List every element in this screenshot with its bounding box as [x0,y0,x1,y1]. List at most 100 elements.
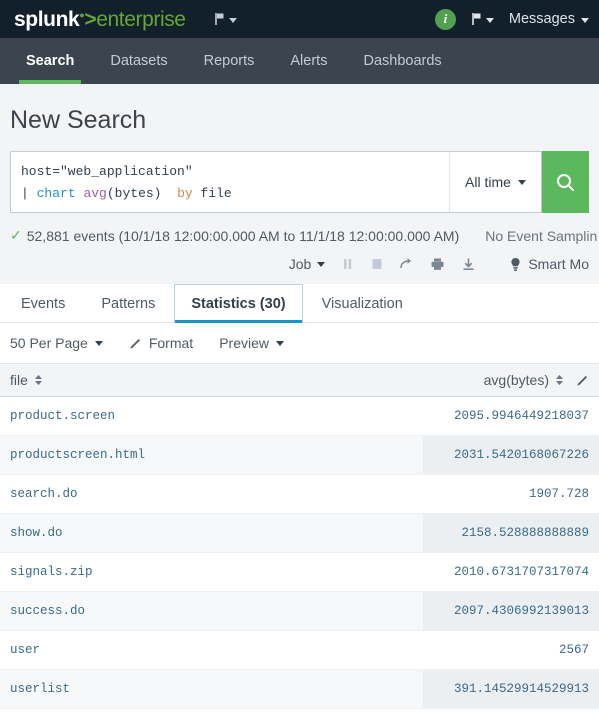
query-function: avg [83,186,107,201]
cell-value: 2031.5420168067226 [423,435,599,475]
cell-value: 2567 [423,708,599,712]
cell-file[interactable]: success.do [0,591,423,631]
cell-value: 2097.4306992139013 [423,591,599,631]
nav-label: Alerts [290,53,328,69]
pencil-icon [130,338,140,348]
query-function-args: (bytes) [106,186,162,201]
tab-events[interactable]: Events [4,284,82,322]
chevron-down-icon [228,17,237,23]
share-icon [400,258,412,269]
lightbulb-icon [511,257,520,271]
nav-item-datasets[interactable]: Datasets [92,38,185,84]
cell-file[interactable]: userlist [0,669,423,709]
column-label: avg(bytes) [483,372,549,388]
primary-navigation: Search Datasets Reports Alerts Dashboard… [0,38,599,84]
messages-label: Messages [508,11,575,27]
print-button[interactable] [430,257,445,271]
chevron-down-icon [275,340,284,346]
cell-value: 2567 [423,630,599,670]
search-mode-selector[interactable]: Smart Mo [510,256,589,272]
event-count-row: ✓ 52,881 events (10/1/18 12:00:00.000 AM… [10,213,597,254]
cell-value: 2010.6731707317074 [423,552,599,592]
export-button[interactable] [461,257,476,271]
app-bar-right-group: i Messages [434,0,589,38]
pause-icon [344,259,352,269]
table-row: users 2567 [0,708,599,712]
job-toolbar: Job Smart Mo [10,254,589,284]
nav-item-dashboards[interactable]: Dashboards [345,38,459,84]
event-count-text: 52,881 events (10/1/18 12:00:00.000 AM t… [26,227,460,244]
cell-value: 391.14529914529913 [423,669,599,709]
tab-statistics[interactable]: Statistics (30) [174,284,303,323]
table-row: user 2567 [0,630,599,670]
time-range-picker[interactable]: All time [449,151,542,213]
cell-file[interactable]: productscreen.html [0,435,423,475]
table-row: show.do 2158.528888888889 [0,513,599,553]
search-query-line-1: host="web_application" [21,161,439,183]
cell-file[interactable]: user [0,630,423,670]
column-header-file[interactable]: file [0,363,423,397]
chevron-down-icon [581,17,589,23]
preview-selector[interactable]: Preview [219,335,284,351]
nav-label: Reports [203,53,255,69]
logo-chevron: > [84,7,97,31]
event-sampling-label[interactable]: No Event Samplin [485,228,597,244]
table-row: signals.zip 2010.6731707317074 [0,552,599,592]
app-bar: splunk●>enterprise i Messages [0,0,599,38]
per-page-selector[interactable]: 50 Per Page [10,335,103,351]
messages-menu[interactable]: Messages [509,11,589,27]
tab-label: Statistics (30) [191,296,286,312]
search-query-line-2: | chart avg(bytes) by file [21,183,439,205]
table-row: productscreen.html 2031.5420168067226 [0,435,599,475]
table-row: product.screen 2095.9946449218037 [0,396,599,436]
format-button[interactable]: Format [129,335,193,351]
format-label: Format [148,335,194,351]
stop-button[interactable] [370,257,383,271]
table-body: product.screen 2095.9946449218037 produc… [0,396,599,712]
nav-item-reports[interactable]: Reports [186,38,273,84]
chevron-down-icon [94,340,103,346]
sort-updown-icon [556,375,563,385]
cell-file[interactable]: search.do [0,474,423,514]
tab-patterns[interactable]: Patterns [84,284,172,322]
table-row: userlist 391.14529914529913 [0,669,599,709]
nav-item-search[interactable]: Search [8,38,92,84]
query-pipe: | [21,186,29,201]
share-button[interactable] [399,257,414,271]
pause-button[interactable] [341,257,354,271]
tab-visualization[interactable]: Visualization [305,284,420,322]
table-controls: 50 Per Page Format Preview [0,323,599,363]
chevron-down-icon [485,17,494,23]
nav-label: Datasets [110,53,168,69]
cell-file[interactable]: users [0,708,423,712]
column-header-avg-bytes[interactable]: avg(bytes) [423,363,599,397]
cell-file[interactable]: signals.zip [0,552,423,592]
job-menu-button[interactable]: Job [289,256,326,272]
nav-item-alerts[interactable]: Alerts [272,38,345,84]
success-check-icon: ✓ [10,227,22,243]
column-edit-pencil-icon[interactable] [576,374,589,387]
sort-updown-icon [34,375,42,385]
cell-file[interactable]: product.screen [0,396,423,436]
cell-file[interactable]: show.do [0,513,423,553]
logo-splunk-text: splunk [14,7,80,31]
job-label: Job [288,256,312,272]
cell-value: 2158.528888888889 [423,513,599,553]
logo-enterprise-text: enterprise [96,7,186,31]
export-icon [463,258,474,270]
time-range-label: All time [465,174,511,190]
magnifier-icon [557,173,574,191]
search-input[interactable]: host="web_application" | chart avg(bytes… [10,151,449,213]
table-row: search.do 1907.728 [0,474,599,514]
query-base-search: host="web_application" [21,164,193,179]
info-badge-icon[interactable]: i [434,8,456,30]
search-submit-button[interactable] [542,151,589,213]
stop-icon [372,259,382,269]
query-keyword-by: by [177,186,193,201]
settings-flag-menu[interactable] [471,12,494,26]
chevron-down-icon [517,179,526,185]
splunk-logo[interactable]: splunk●>enterprise [14,9,186,30]
app-selector-menu[interactable] [214,12,237,26]
per-page-label: 50 Per Page [10,335,88,351]
page-title: New Search [10,106,147,134]
